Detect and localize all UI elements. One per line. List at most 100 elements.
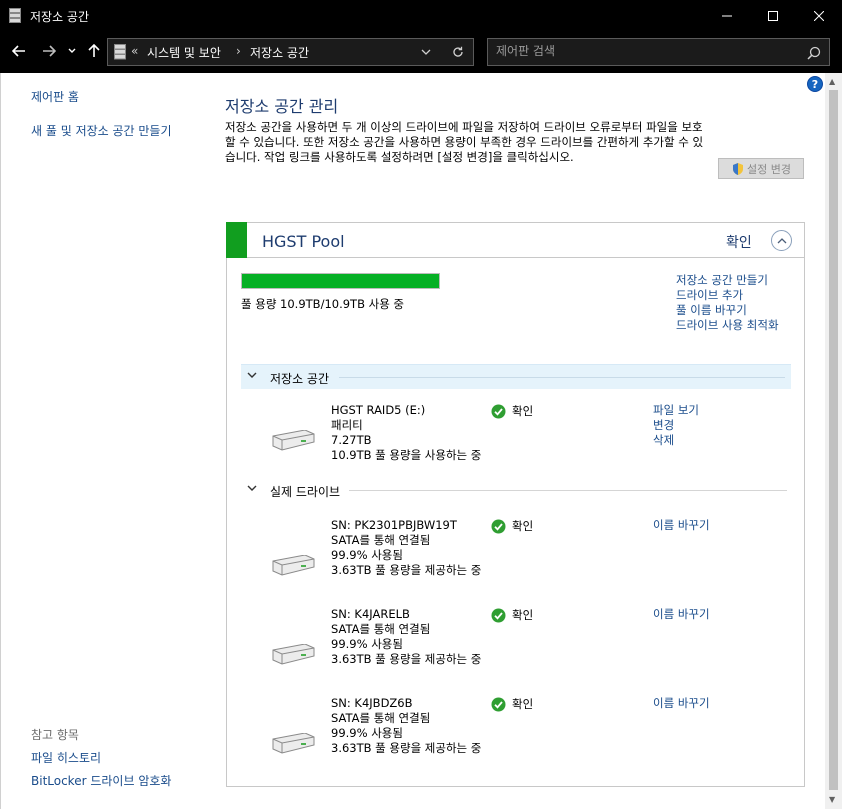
breadcrumb-overflow[interactable]: « (131, 44, 138, 58)
minimize-button[interactable] (704, 0, 750, 31)
scrollbar-thumb[interactable] (829, 90, 838, 790)
left-pane: 제어판 홈 새 풀 및 저장소 공간 만들기 참고 항목 파일 히스토리 Bit… (1, 73, 211, 809)
pool-header: HGST Pool 확인 (226, 222, 804, 258)
breadcrumb-system-security[interactable]: 시스템 및 보안 (147, 44, 221, 61)
pool-status-indicator (226, 222, 247, 258)
storage-pool-panel: HGST Pool 확인 풀 용량 10.9TB/10.9TB 사용 중 저장소… (226, 222, 805, 787)
rename-drive-link[interactable]: 이름 바꾸기 (653, 518, 710, 533)
storage-space-resiliency: 패리티 (331, 418, 363, 432)
forward-button[interactable] (38, 40, 60, 62)
drive-status: 확인 (491, 607, 533, 623)
check-circle-icon (491, 608, 506, 622)
scroll-down-icon[interactable]: ▼ (829, 795, 835, 804)
drive-status: 확인 (491, 696, 533, 712)
change-settings-label: 설정 변경 (747, 162, 791, 176)
storage-spaces-icon (114, 44, 126, 60)
vertical-scrollbar[interactable]: ▲ ▼ (825, 73, 842, 809)
maximize-icon (768, 10, 778, 21)
drive-connection: SATA를 통해 연결됨 (331, 711, 431, 725)
search-input[interactable] (496, 44, 796, 58)
breadcrumb-separator: › (236, 44, 241, 58)
drive-connection: SATA를 통해 연결됨 (331, 622, 431, 636)
navigation-bar: « 시스템 및 보안 › 저장소 공간 (0, 31, 842, 73)
chevron-down-icon (247, 485, 257, 491)
breadcrumb-storage-spaces[interactable]: 저장소 공간 (250, 44, 309, 61)
change-space-link[interactable]: 변경 (653, 418, 699, 433)
drive-usage: 99.9% 사용됨 (331, 548, 403, 562)
pool-name: HGST Pool (262, 232, 345, 251)
close-icon (814, 10, 824, 21)
storage-spaces-section-label: 저장소 공간 (270, 372, 330, 386)
bitlocker-link[interactable]: BitLocker 드라이브 암호화 (31, 772, 171, 789)
content-area: 제어판 홈 새 풀 및 저장소 공간 만들기 참고 항목 파일 히스토리 Bit… (0, 73, 842, 809)
rename-drive-link[interactable]: 이름 바꾸기 (653, 696, 710, 711)
scroll-up-icon[interactable]: ▲ (829, 77, 835, 86)
see-also-heading: 참고 항목 (31, 728, 79, 742)
drive-connection: SATA를 통해 연결됨 (331, 533, 431, 547)
drive-serial: SN: PK2301PBJBW19T (331, 518, 457, 532)
up-button[interactable] (83, 40, 105, 62)
rename-pool-link[interactable]: 풀 이름 바꾸기 (676, 303, 796, 318)
drive-usage: 99.9% 사용됨 (331, 726, 403, 740)
drive-status-text: 확인 (512, 608, 534, 622)
drive-serial: SN: K4JBDZ6B (331, 696, 413, 710)
shield-icon (733, 162, 743, 175)
change-settings-button[interactable]: 설정 변경 (718, 158, 804, 179)
section-divider (349, 490, 787, 491)
search-icon[interactable] (806, 45, 822, 61)
drive-status-text: 확인 (512, 697, 534, 711)
page-description: 저장소 공간을 사용하면 두 개 이상의 드라이브에 파일을 저장하여 드라이브… (225, 120, 704, 164)
page-title: 저장소 공간 관리 (225, 97, 339, 116)
drive-actions: 이름 바꾸기 (653, 696, 710, 711)
drive-usage: 99.9% 사용됨 (331, 637, 403, 651)
address-bar[interactable]: « 시스템 및 보안 › 저장소 공간 (107, 38, 474, 66)
physical-drive-item: SN: PK2301PBJBW19T SATA를 통해 연결됨 99.9% 사용… (241, 518, 791, 598)
view-files-link[interactable]: 파일 보기 (653, 403, 699, 418)
back-button[interactable] (8, 40, 30, 62)
physical-drives-section-label: 실제 드라이브 (270, 485, 341, 499)
pool-capacity-text: 풀 용량 10.9TB/10.9TB 사용 중 (241, 297, 405, 311)
storage-spaces-section-header[interactable]: 저장소 공간 (241, 364, 791, 389)
section-divider (339, 377, 785, 378)
add-drives-link[interactable]: 드라이브 추가 (676, 288, 796, 303)
arrow-right-icon (43, 45, 56, 57)
storage-space-info: HGST RAID5 (E:) 패리티 7.27TB 10.9TB 풀 용량을 … (331, 403, 486, 463)
delete-space-link[interactable]: 삭제 (653, 433, 699, 448)
drive-actions: 이름 바꾸기 (653, 518, 710, 533)
file-history-link[interactable]: 파일 히스토리 (31, 749, 101, 766)
rename-drive-link[interactable]: 이름 바꾸기 (653, 607, 710, 622)
check-circle-icon (491, 697, 506, 711)
control-panel-home-link[interactable]: 제어판 홈 (31, 88, 79, 105)
storage-spaces-icon (9, 8, 21, 23)
drive-capacity: 3.63TB 풀 용량을 제공하는 중 (331, 741, 482, 755)
storage-space-pool-usage: 10.9TB 풀 용량을 사용하는 중 (331, 448, 482, 462)
optimize-drive-usage-link[interactable]: 드라이브 사용 최적화 (676, 318, 796, 333)
drive-capacity: 3.63TB 풀 용량을 제공하는 중 (331, 652, 482, 666)
drive-actions: 이름 바꾸기 (653, 607, 710, 622)
help-icon[interactable]: ? (807, 76, 823, 92)
check-circle-icon (491, 519, 506, 533)
storage-space-name: HGST RAID5 (E:) (331, 403, 426, 417)
chevron-down-icon (421, 49, 431, 55)
storage-space-actions: 파일 보기 변경 삭제 (653, 403, 699, 448)
drive-info: SN: PK2301PBJBW19T SATA를 통해 연결됨 99.9% 사용… (331, 518, 486, 578)
collapse-pool-button[interactable] (771, 230, 792, 251)
storage-space-size: 7.27TB (331, 433, 372, 447)
window-title: 저장소 공간 (30, 10, 90, 24)
hard-drive-icon (272, 644, 315, 665)
storage-space-status: 확인 (491, 403, 533, 419)
hard-drive-icon (272, 430, 315, 451)
recent-locations-button[interactable] (64, 40, 80, 62)
create-pool-link[interactable]: 새 풀 및 저장소 공간 만들기 (31, 122, 172, 139)
physical-drives-section-header[interactable]: 실제 드라이브 (241, 478, 791, 503)
physical-drive-item: SN: K4JBDZ6B SATA를 통해 연결됨 99.9% 사용됨 3.63… (241, 696, 791, 776)
chevron-down-icon (68, 48, 76, 53)
title-bar: 저장소 공간 (0, 0, 842, 31)
maximize-button[interactable] (750, 0, 796, 31)
chevron-down-icon (247, 372, 257, 378)
address-dropdown-button[interactable] (416, 43, 436, 61)
create-storage-space-link[interactable]: 저장소 공간 만들기 (676, 273, 796, 288)
close-button[interactable] (796, 0, 842, 31)
search-box[interactable] (487, 38, 830, 66)
refresh-button[interactable] (448, 43, 468, 61)
